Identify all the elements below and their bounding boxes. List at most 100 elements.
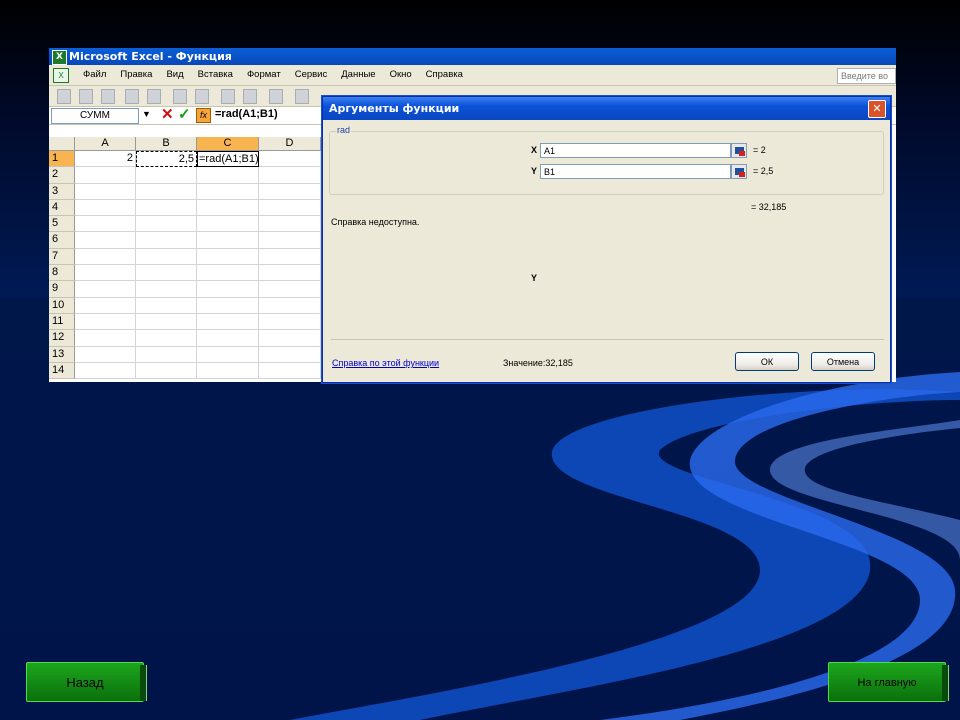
cell-a9[interactable] bbox=[75, 281, 136, 298]
cell-b12[interactable] bbox=[136, 330, 197, 347]
row-header[interactable]: 11 bbox=[49, 313, 75, 331]
cell-d5[interactable] bbox=[259, 216, 321, 233]
cell-d3[interactable] bbox=[259, 183, 321, 200]
row-header[interactable]: 5 bbox=[49, 216, 75, 233]
cell-a5[interactable] bbox=[75, 216, 136, 233]
cell-c8[interactable] bbox=[197, 265, 259, 282]
help-search-input[interactable]: Введите во bbox=[837, 68, 896, 84]
cell-c13[interactable] bbox=[197, 346, 259, 363]
cell-a12[interactable] bbox=[75, 330, 136, 347]
cell-d7[interactable] bbox=[259, 248, 321, 266]
cell-d4[interactable] bbox=[259, 199, 321, 217]
row-header[interactable]: 12 bbox=[49, 330, 75, 347]
name-box[interactable]: СУММ bbox=[51, 108, 139, 124]
cell-a13[interactable] bbox=[75, 346, 136, 363]
function-help-link[interactable]: Справка по этой функции bbox=[332, 358, 439, 368]
permission-icon[interactable] bbox=[125, 89, 139, 104]
cell-a14[interactable] bbox=[75, 362, 136, 380]
confirm-entry-icon[interactable]: ✓ bbox=[178, 105, 191, 123]
row-header[interactable]: 14 bbox=[49, 362, 75, 380]
row-header[interactable]: 9 bbox=[49, 281, 75, 298]
cell-b3[interactable] bbox=[136, 183, 197, 200]
print-preview-icon[interactable] bbox=[195, 89, 209, 104]
cell-c4[interactable] bbox=[197, 199, 259, 217]
row-header[interactable]: 8 bbox=[49, 265, 75, 282]
cell-c11[interactable] bbox=[197, 313, 259, 331]
research-icon[interactable] bbox=[243, 89, 257, 104]
cell-c14[interactable] bbox=[197, 362, 259, 380]
menu-insert[interactable]: Вставка bbox=[198, 65, 233, 85]
row-header[interactable]: 10 bbox=[49, 297, 75, 314]
cancel-entry-icon[interactable]: ✕ bbox=[161, 105, 174, 123]
cell-b1[interactable]: 2,5 bbox=[136, 151, 197, 168]
cell-a3[interactable] bbox=[75, 183, 136, 200]
cell-c6[interactable] bbox=[197, 232, 259, 249]
cell-a1[interactable]: 2 bbox=[75, 151, 136, 168]
row-header[interactable]: 1 bbox=[49, 151, 75, 168]
cell-b2[interactable] bbox=[136, 167, 197, 184]
cell-c9[interactable] bbox=[197, 281, 259, 298]
menu-tools[interactable]: Сервис bbox=[295, 65, 328, 85]
open-icon[interactable] bbox=[79, 89, 93, 104]
home-button[interactable]: На главную bbox=[828, 662, 949, 702]
undo-icon[interactable] bbox=[295, 89, 309, 104]
cell-b5[interactable] bbox=[136, 216, 197, 233]
copy-icon[interactable] bbox=[269, 89, 283, 104]
cell-a8[interactable] bbox=[75, 265, 136, 282]
menu-window[interactable]: Окно bbox=[390, 65, 412, 85]
cell-a10[interactable] bbox=[75, 297, 136, 314]
spelling-icon[interactable] bbox=[221, 89, 235, 104]
cell-b6[interactable] bbox=[136, 232, 197, 249]
cell-b10[interactable] bbox=[136, 297, 197, 314]
column-header-d[interactable]: D bbox=[259, 137, 321, 151]
new-icon[interactable] bbox=[57, 89, 71, 104]
cell-b13[interactable] bbox=[136, 346, 197, 363]
cell-b14[interactable] bbox=[136, 362, 197, 380]
cancel-button[interactable]: Отмена bbox=[811, 352, 875, 371]
save-icon[interactable] bbox=[101, 89, 115, 104]
menu-view[interactable]: Вид bbox=[166, 65, 183, 85]
formula-input[interactable]: =rad(A1;B1) bbox=[215, 108, 278, 120]
column-header-c[interactable]: C bbox=[197, 137, 259, 151]
cell-c1[interactable]: =rad(A1;B1) bbox=[197, 151, 259, 168]
menu-file[interactable]: Файл bbox=[83, 65, 106, 85]
cell-d13[interactable] bbox=[259, 346, 321, 363]
ok-button[interactable]: ОК bbox=[735, 352, 799, 371]
row-header[interactable]: 13 bbox=[49, 346, 75, 363]
cell-c2[interactable] bbox=[197, 167, 259, 184]
row-header[interactable]: 2 bbox=[49, 167, 75, 184]
column-header-b[interactable]: B bbox=[136, 137, 197, 151]
cell-b11[interactable] bbox=[136, 313, 197, 331]
cell-a7[interactable] bbox=[75, 248, 136, 266]
row-header[interactable]: 6 bbox=[49, 232, 75, 249]
print-icon[interactable] bbox=[173, 89, 187, 104]
row-header[interactable]: 7 bbox=[49, 248, 75, 266]
email-icon[interactable] bbox=[147, 89, 161, 104]
row-header[interactable]: 4 bbox=[49, 199, 75, 217]
menu-data[interactable]: Данные bbox=[341, 65, 375, 85]
arg-y-input[interactable]: B1 bbox=[540, 164, 731, 179]
menu-help[interactable]: Справка bbox=[426, 65, 463, 85]
cell-d6[interactable] bbox=[259, 232, 321, 249]
close-icon[interactable]: ✕ bbox=[868, 100, 886, 118]
cell-d10[interactable] bbox=[259, 297, 321, 314]
cell-d1[interactable] bbox=[259, 151, 321, 168]
column-header-a[interactable]: A bbox=[75, 137, 136, 151]
cell-c7[interactable] bbox=[197, 248, 259, 266]
cell-d9[interactable] bbox=[259, 281, 321, 298]
cell-d8[interactable] bbox=[259, 265, 321, 282]
menu-format[interactable]: Формат bbox=[247, 65, 281, 85]
cell-d2[interactable] bbox=[259, 167, 321, 184]
select-all-corner[interactable] bbox=[49, 137, 75, 151]
cell-c12[interactable] bbox=[197, 330, 259, 347]
cell-a4[interactable] bbox=[75, 199, 136, 217]
name-box-dropdown-icon[interactable]: ▼ bbox=[142, 109, 151, 119]
cell-c3[interactable] bbox=[197, 183, 259, 200]
cell-c10[interactable] bbox=[197, 297, 259, 314]
cell-d11[interactable] bbox=[259, 313, 321, 331]
dialog-titlebar[interactable]: Аргументы функции ✕ bbox=[323, 97, 890, 120]
row-header[interactable]: 3 bbox=[49, 183, 75, 200]
cell-c5[interactable] bbox=[197, 216, 259, 233]
back-button[interactable]: Назад bbox=[26, 662, 147, 702]
cell-b7[interactable] bbox=[136, 248, 197, 266]
